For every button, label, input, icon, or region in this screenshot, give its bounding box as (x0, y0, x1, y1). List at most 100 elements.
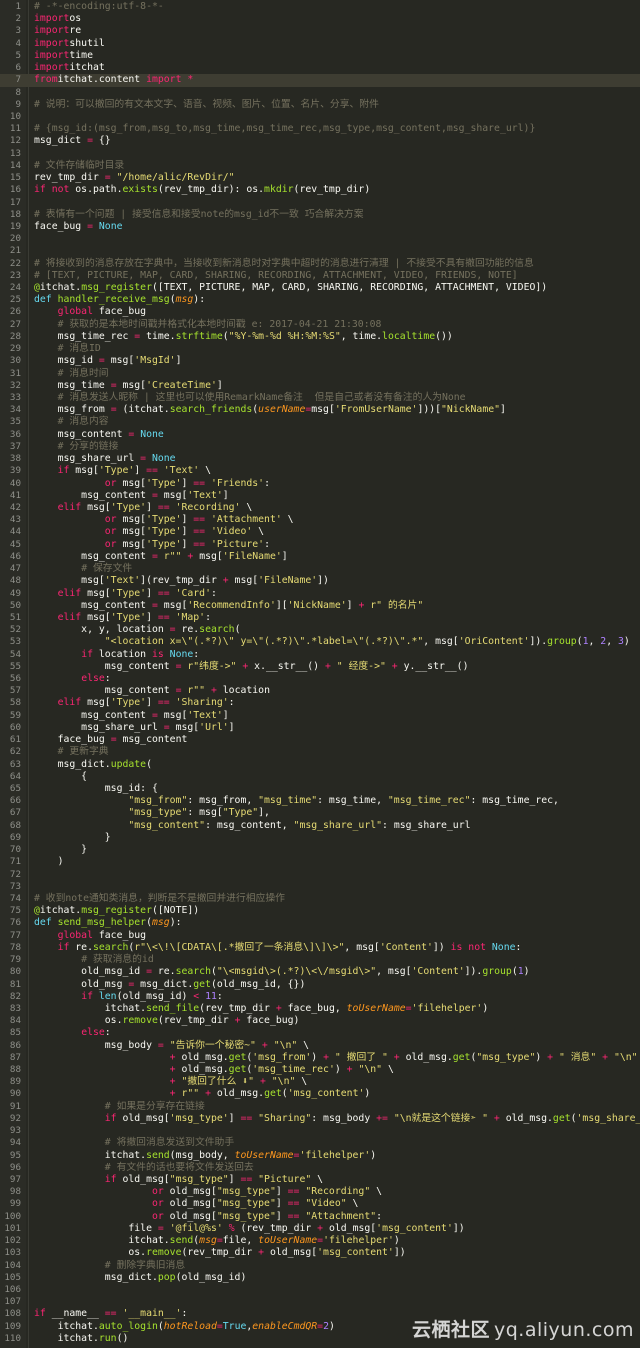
code-line[interactable]: 26 global face_bug (0, 306, 640, 318)
code-line[interactable]: 12 msg_dict = {} (0, 135, 640, 147)
code-line[interactable]: 6 importitchat (0, 62, 640, 74)
code-line[interactable]: 41 msg_content = msg['Text'] (0, 490, 640, 502)
code-line[interactable]: 103 os.remove(rev_tmp_dir + old_msg['msg… (0, 1247, 640, 1259)
code-line[interactable]: 53 "<location x=\"(.*?)\" y=\"(.*?)\".*l… (0, 636, 640, 648)
code-line[interactable]: 88 + old_msg.get('msg_time_rec') + "\n" … (0, 1064, 640, 1076)
code-line[interactable]: 83 itchat.send_file(rev_tmp_dir + face_b… (0, 1003, 640, 1015)
code-line[interactable]: 64 { (0, 771, 640, 783)
code-line[interactable]: 85 else: (0, 1027, 640, 1039)
code-line[interactable]: 42 elif msg['Type'] == 'Recording' \ (0, 502, 640, 514)
code-line[interactable]: 72 (0, 869, 640, 881)
code-line[interactable]: 1 # -*-encoding:utf-8-*- (0, 1, 640, 13)
code-line[interactable]: 16 if not os.path.exists(rev_tmp_dir): os… (0, 184, 640, 196)
code-line[interactable]: 71 ) (0, 856, 640, 868)
code-line[interactable]: 66 "msg_from": msg_from, "msg_time": msg… (0, 795, 640, 807)
code-line[interactable]: 23 # [TEXT, PICTURE, MAP, CARD, SHARING, … (0, 270, 640, 282)
code-line[interactable]: 29 # 消息ID (0, 343, 640, 355)
code-line[interactable]: 82 if len(old_msg_id) < 11: (0, 991, 640, 1003)
code-line[interactable]: 92 if old_msg['msg_type'] == "Sharing": … (0, 1113, 640, 1125)
code-line[interactable]: 52 x, y, location = re.search( (0, 624, 640, 636)
code-line[interactable]: 7 fromitchat.content import * (0, 74, 640, 87)
code-line[interactable]: 8 (0, 87, 640, 99)
code-line[interactable]: 73 (0, 881, 640, 893)
code-line[interactable]: 4 importshutil (0, 38, 640, 50)
code-line[interactable]: 35 # 消息内容 (0, 416, 640, 428)
code-line[interactable]: 33 # 消息发送人昵称 | 这里也可以使用RemarkName备注 但是自己或… (0, 392, 640, 404)
code-line[interactable]: 31 # 消息时间 (0, 368, 640, 380)
code-line[interactable]: 20 (0, 233, 640, 245)
code-line[interactable]: 99 or old_msg["msg_type"] == "Video" \ (0, 1198, 640, 1210)
code-line[interactable]: 39 if msg['Type'] == 'Text' \ (0, 465, 640, 477)
code-line[interactable]: 45 or msg['Type'] == 'Picture': (0, 539, 640, 551)
code-line[interactable]: 17 (0, 197, 640, 209)
code-line[interactable]: 63 msg_dict.update( (0, 759, 640, 771)
code-line[interactable]: 67 "msg_type": msg["Type"], (0, 807, 640, 819)
code-line[interactable]: 60 msg_share_url = msg['Url'] (0, 722, 640, 734)
code-line[interactable]: 48 msg['Text'](rev_tmp_dir + msg['FileNa… (0, 575, 640, 587)
code-line[interactable]: 95 itchat.send(msg_body, toUserName='fil… (0, 1150, 640, 1162)
code-line[interactable]: 96 # 有文件的话也要将文件发送回去 (0, 1162, 640, 1174)
code-line[interactable]: 56 else: (0, 673, 640, 685)
code-line[interactable]: 70 } (0, 844, 640, 856)
code-line[interactable]: 44 or msg['Type'] == 'Video' \ (0, 526, 640, 538)
code-line[interactable]: 89 + "撤回了什么 ⬇" + "\n" \ (0, 1076, 640, 1088)
code-line[interactable]: 104 # 删除字典旧消息 (0, 1260, 640, 1272)
code-line[interactable]: 58 elif msg['Type'] == 'Sharing': (0, 697, 640, 709)
code-line[interactable]: 10 (0, 111, 640, 123)
code-line[interactable]: 54 if location is None: (0, 649, 640, 661)
code-line[interactable]: 106 (0, 1284, 640, 1296)
code-line[interactable]: 55 msg_content = r"纬度->" + x.__str__() +… (0, 661, 640, 673)
code-line[interactable]: 84 os.remove(rev_tmp_dir + face_bug) (0, 1015, 640, 1027)
code-line[interactable]: 3 importre (0, 25, 640, 37)
code-line[interactable]: 46 msg_content = r"" + msg['FileName'] (0, 551, 640, 563)
code-line[interactable]: 93 (0, 1125, 640, 1137)
code-line[interactable]: 81 old_msg = msg_dict.get(old_msg_id, {}… (0, 979, 640, 991)
code-line[interactable]: 74 # 收到note通知类消息，判断是不是撤回并进行相应操作 (0, 893, 640, 905)
code-line[interactable]: 25 def handler_receive_msg(msg): (0, 294, 640, 306)
code-line[interactable]: 98 or old_msg["msg_type"] == "Recording"… (0, 1186, 640, 1198)
code-line[interactable]: 79 # 获取消息的id (0, 954, 640, 966)
code-line[interactable]: 30 msg_id = msg['MsgId'] (0, 355, 640, 367)
code-line[interactable]: 100 or old_msg["msg_type"] == "Attachmen… (0, 1211, 640, 1223)
code-line[interactable]: 101 file = '@fil@%s' % (rev_tmp_dir + ol… (0, 1223, 640, 1235)
code-line[interactable]: 105 msg_dict.pop(old_msg_id) (0, 1272, 640, 1284)
code-line[interactable]: 36 msg_content = None (0, 429, 640, 441)
code-line[interactable]: 43 or msg['Type'] == 'Attachment' \ (0, 514, 640, 526)
code-line[interactable]: 18 # 表情有一个问题 | 接受信息和接受note的msg_id不一致 巧合解决… (0, 209, 640, 221)
code-line[interactable]: 68 "msg_content": msg_content, "msg_shar… (0, 820, 640, 832)
code-line[interactable]: 77 global face_bug (0, 930, 640, 942)
code-line[interactable]: 50 msg_content = msg['RecommendInfo']['N… (0, 600, 640, 612)
code-line[interactable]: 15 rev_tmp_dir = "/home/alic/RevDir/" (0, 172, 640, 184)
code-line[interactable]: 62 # 更新字典 (0, 746, 640, 758)
code-line[interactable]: 78 if re.search(r"\<\!\[CDATA\[.*撤回了一条消息… (0, 942, 640, 954)
code-line[interactable]: 28 msg_time_rec = time.strftime("%Y-%m-%… (0, 331, 640, 343)
code-line[interactable]: 13 (0, 148, 640, 160)
code-line[interactable]: 97 if old_msg["msg_type"] == "Picture" \ (0, 1174, 640, 1186)
code-line[interactable]: 27 # 获取的是本地时间戳并格式化本地时间戳 e: 2017-04-21 21… (0, 319, 640, 331)
code-line[interactable]: 40 or msg['Type'] == 'Friends': (0, 478, 640, 490)
code-line[interactable]: 24 @itchat.msg_register([TEXT, PICTURE, M… (0, 282, 640, 294)
code-line[interactable]: 90 + r"" + old_msg.get('msg_content') (0, 1088, 640, 1100)
code-line[interactable]: 94 # 将撤回消息发送到文件助手 (0, 1137, 640, 1149)
code-line[interactable]: 91 # 如果是分享存在链接 (0, 1101, 640, 1113)
code-line[interactable]: 34 msg_from = (itchat.search_friends(use… (0, 404, 640, 416)
code-line[interactable]: 9 # 说明：可以撤回的有文本文字、语音、视频、图片、位置、名片、分享、附件 (0, 99, 640, 111)
code-line[interactable]: 87 + old_msg.get('msg_from') + " 撤回了 " +… (0, 1052, 640, 1064)
code-line[interactable]: 2 importos (0, 13, 640, 25)
code-line[interactable]: 80 old_msg_id = re.search("\<msgid\>(.*?… (0, 966, 640, 978)
code-line[interactable]: 19 face_bug = None (0, 221, 640, 233)
code-line[interactable]: 47 # 保存文件 (0, 563, 640, 575)
code-line[interactable]: 37 # 分享的链接 (0, 441, 640, 453)
code-line[interactable]: 38 msg_share_url = None (0, 453, 640, 465)
code-line[interactable]: 22 # 将接收到的消息存放在字典中，当接收到新消息时对字典中超时的消息进行清理 … (0, 258, 640, 270)
code-line[interactable]: 49 elif msg['Type'] == 'Card': (0, 588, 640, 600)
code-line[interactable]: 65 msg_id: { (0, 783, 640, 795)
code-line[interactable]: 102 itchat.send(msg=file, toUserName='fi… (0, 1235, 640, 1247)
code-line[interactable]: 21 (0, 245, 640, 257)
code-line[interactable]: 5 importtime (0, 50, 640, 62)
code-line[interactable]: 32 msg_time = msg['CreateTime'] (0, 380, 640, 392)
code-line[interactable]: 11 # {msg_id:(msg_from,msg_to,msg_time,ms… (0, 123, 640, 135)
code-line[interactable]: 61 face_bug = msg_content (0, 734, 640, 746)
code-editor[interactable]: 1 # -*-encoding:utf-8-*- 2 importos 3 importr… (0, 0, 640, 1348)
code-line[interactable]: 75 @itchat.msg_register([NOTE]) (0, 905, 640, 917)
